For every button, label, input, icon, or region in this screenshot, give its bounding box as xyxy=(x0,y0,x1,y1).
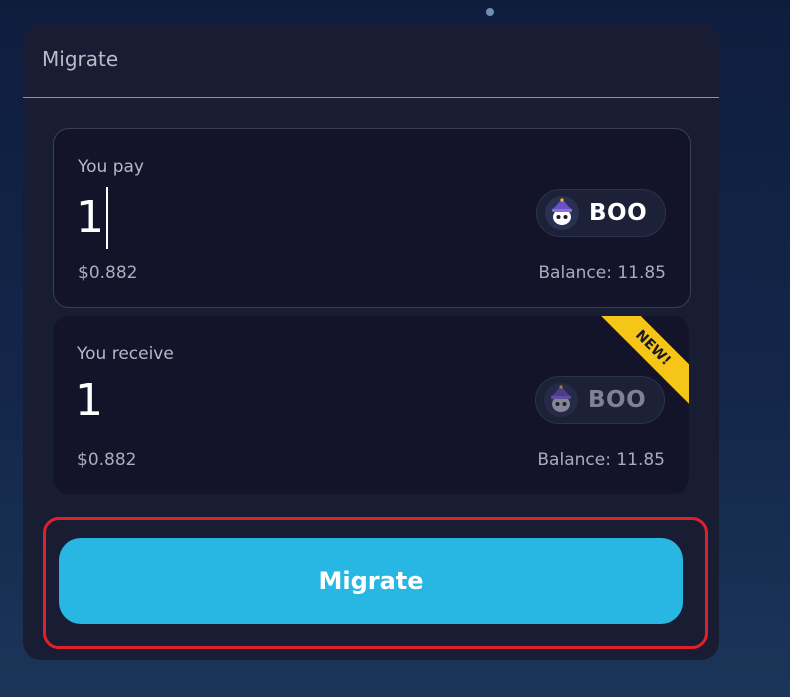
receive-amount: 1 xyxy=(75,374,103,428)
card-header: Migrate xyxy=(23,24,719,98)
receive-panel: You receive 1 BOO $0.882 Balance: 11.85 … xyxy=(53,316,689,494)
status-dot xyxy=(486,8,494,16)
boo-ghost-icon xyxy=(545,196,579,230)
pay-amount-input[interactable]: 1 xyxy=(76,187,108,249)
migrate-button[interactable]: Migrate xyxy=(59,538,683,624)
new-badge-label: NEW! xyxy=(593,316,689,408)
new-badge: NEW! xyxy=(593,316,689,412)
pay-label: You pay xyxy=(78,157,144,177)
text-caret xyxy=(106,187,108,249)
pay-token-selector[interactable]: BOO xyxy=(536,189,666,237)
card-title: Migrate xyxy=(42,47,119,71)
boo-ghost-icon xyxy=(544,383,578,417)
receive-label: You receive xyxy=(77,344,174,364)
pay-panel: You pay 1 BOO $0.882 Balance: 11.85 xyxy=(53,128,691,308)
pay-balance: Balance: 11.85 xyxy=(538,263,666,283)
pay-usd-value: $0.882 xyxy=(78,263,138,283)
receive-usd-value: $0.882 xyxy=(77,450,137,470)
receive-balance: Balance: 11.85 xyxy=(537,450,665,470)
pay-token-symbol: BOO xyxy=(589,200,648,226)
receive-amount-value: 1 xyxy=(75,375,103,426)
pay-amount-value: 1 xyxy=(76,192,104,243)
